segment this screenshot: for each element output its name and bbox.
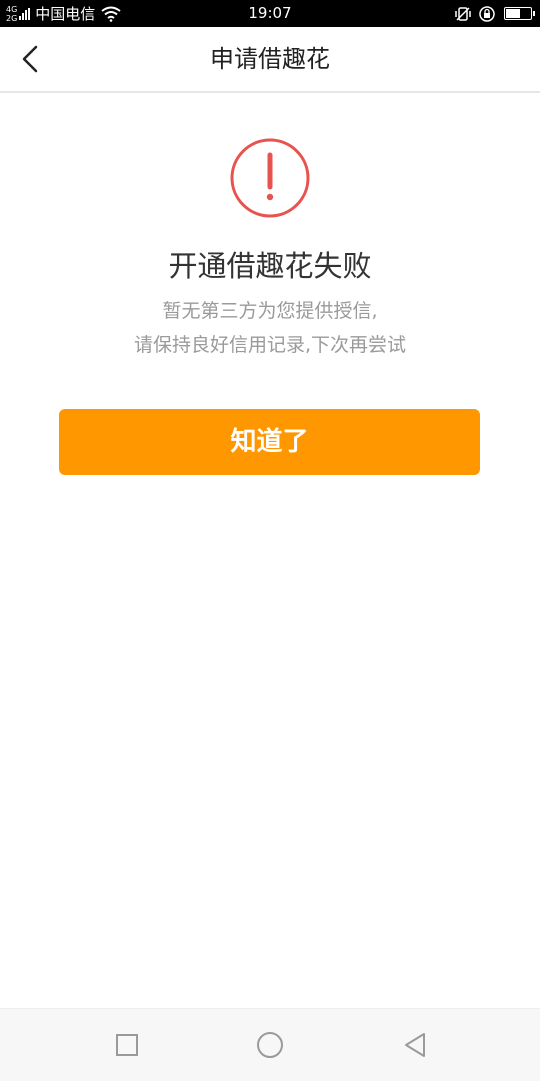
vibrate-icon bbox=[455, 6, 471, 21]
battery-level bbox=[506, 9, 520, 18]
system-nav-bar bbox=[0, 1008, 540, 1081]
page-title: 申请借趣花 bbox=[210, 45, 330, 73]
status-bar: 4G 2G 中国电信 19:07 bbox=[0, 0, 540, 27]
system-back-button[interactable] bbox=[401, 1031, 429, 1059]
result-message-line-2: 请保持良好信用记录,下次再尝试 bbox=[133, 334, 407, 356]
rotation-lock-icon bbox=[479, 5, 495, 22]
confirm-button[interactable]: 知道了 bbox=[59, 409, 480, 475]
header: 申请借趣花 bbox=[0, 27, 540, 93]
result-message-line-1: 暂无第三方为您提供授信, bbox=[162, 300, 378, 322]
recents-button[interactable] bbox=[113, 1031, 141, 1059]
home-button[interactable] bbox=[256, 1031, 284, 1059]
result-title: 开通借趣花失败 bbox=[168, 249, 372, 283]
battery-icon bbox=[504, 7, 535, 20]
status-right bbox=[454, 0, 535, 27]
alert-icon bbox=[230, 138, 310, 218]
